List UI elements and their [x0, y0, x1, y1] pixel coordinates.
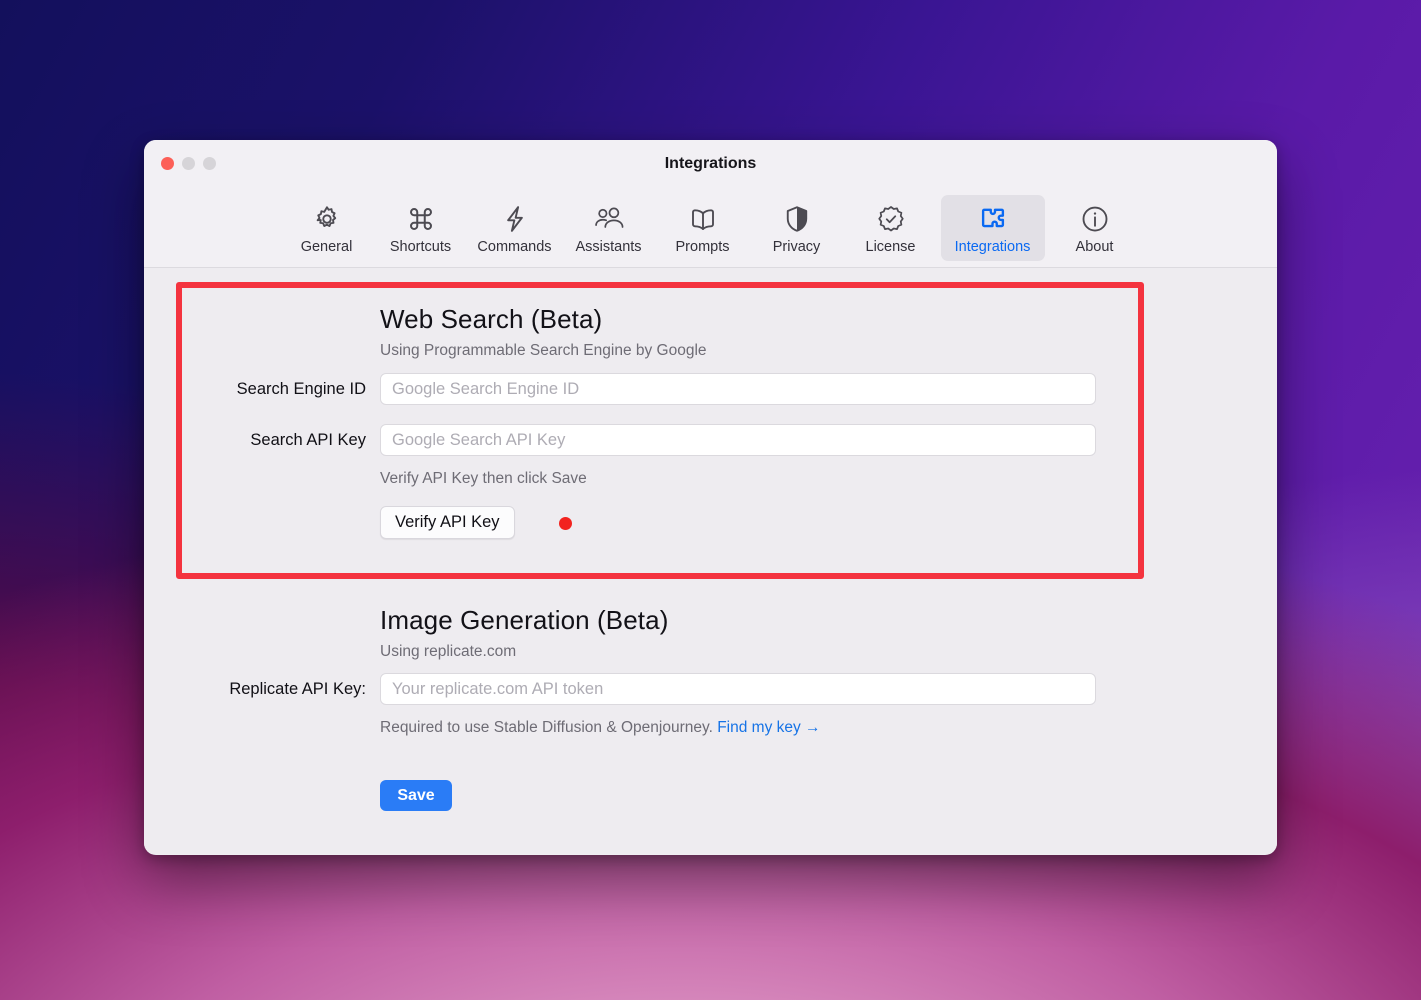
- tab-integrations[interactable]: Integrations: [940, 195, 1045, 261]
- tab-commands[interactable]: Commands: [471, 195, 559, 261]
- tab-license-label: License: [865, 239, 916, 255]
- search-api-key-label: Search API Key: [250, 431, 366, 449]
- tab-integrations-label: Integrations: [954, 239, 1031, 255]
- tab-prompts-label: Prompts: [675, 239, 730, 255]
- web-search-heading: Web Search (Beta): [380, 304, 603, 334]
- tab-assistants-label: Assistants: [575, 239, 642, 255]
- info-circle-icon: [1080, 202, 1110, 236]
- window-title: Integrations: [664, 155, 757, 172]
- command-key-icon: [406, 202, 436, 236]
- window-titlebar: Integrations: [144, 140, 1277, 190]
- tab-general-label: General: [300, 239, 353, 255]
- settings-window: Integrations General Shortcuts Commands …: [144, 140, 1277, 855]
- image-generation-heading: Image Generation (Beta): [380, 605, 669, 635]
- search-engine-id-label: Search Engine ID: [236, 380, 366, 398]
- tab-privacy[interactable]: Privacy: [753, 195, 841, 261]
- integrations-panel: Web Search (Beta) Using Programmable Sea…: [144, 268, 1277, 854]
- replicate-hint: Required to use Stable Diffusion & Openj…: [380, 719, 821, 737]
- gear-icon: [312, 202, 342, 236]
- tab-privacy-label: Privacy: [772, 239, 821, 255]
- lightning-bolt-icon: [500, 202, 530, 236]
- replicate-api-key-label: Replicate API Key:: [229, 680, 366, 698]
- replicate-hint-text: Required to use Stable Diffusion & Openj…: [380, 719, 713, 736]
- verify-status-indicator: [559, 517, 572, 530]
- puzzle-piece-icon: [978, 202, 1008, 236]
- people-icon: [593, 202, 625, 236]
- verify-hint: Verify API Key then click Save: [380, 470, 587, 487]
- seal-checkmark-icon: [876, 202, 906, 236]
- web-search-subheading: Using Programmable Search Engine by Goog…: [380, 342, 707, 359]
- shield-icon: [782, 202, 812, 236]
- tab-shortcuts[interactable]: Shortcuts: [377, 195, 465, 261]
- tab-assistants[interactable]: Assistants: [565, 195, 653, 261]
- tab-about[interactable]: About: [1051, 195, 1139, 261]
- open-book-icon: [688, 202, 718, 236]
- save-button[interactable]: Save: [380, 780, 452, 811]
- tab-prompts[interactable]: Prompts: [659, 195, 747, 261]
- image-generation-subheading: Using replicate.com: [380, 643, 517, 660]
- search-engine-id-input[interactable]: [380, 373, 1096, 405]
- tab-commands-label: Commands: [477, 239, 552, 255]
- verify-api-key-button[interactable]: Verify API Key: [380, 506, 515, 539]
- tab-about-label: About: [1075, 239, 1114, 255]
- tab-general[interactable]: General: [283, 195, 371, 261]
- tab-license[interactable]: License: [847, 195, 935, 261]
- desktop-background: Integrations General Shortcuts Commands …: [0, 0, 1421, 1000]
- settings-toolbar: General Shortcuts Commands Assistants Pr…: [144, 190, 1277, 268]
- find-my-key-link[interactable]: Find my key →: [717, 719, 820, 736]
- search-api-key-input[interactable]: [380, 424, 1096, 456]
- replicate-api-key-input[interactable]: [380, 673, 1096, 705]
- tab-shortcuts-label: Shortcuts: [389, 239, 452, 255]
